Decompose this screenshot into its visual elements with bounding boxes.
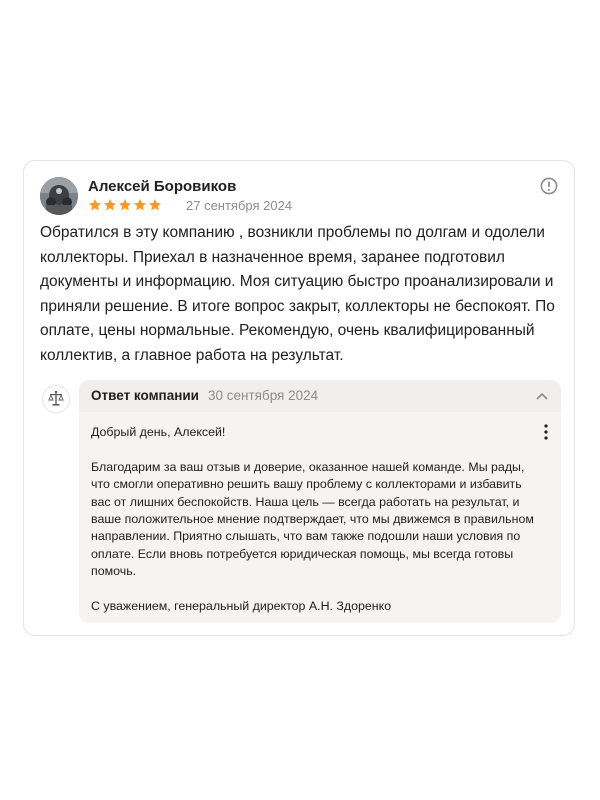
star-icon — [104, 199, 116, 211]
avatar[interactable] — [40, 177, 78, 215]
author-name[interactable]: Алексей Боровиков — [88, 178, 236, 195]
review-text: Обратился в эту компанию , возникли проб… — [40, 224, 555, 364]
reply-date: 30 сентября 2024 — [208, 388, 319, 403]
company-logo — [42, 385, 70, 413]
reply-header[interactable]: Ответ компании 30 сентября 2024 — [79, 380, 561, 412]
reply-title: Ответ компании — [91, 388, 199, 403]
review-date: 27 сентября 2024 — [186, 198, 293, 213]
scales-logo-icon — [48, 390, 64, 406]
reply-greeting: Добрый день, Алексей! — [91, 425, 226, 439]
star-icon — [89, 199, 101, 211]
vertical-dots-icon[interactable] — [543, 423, 549, 441]
avatar-photo — [40, 177, 78, 215]
chevron-up-icon[interactable] — [535, 389, 549, 403]
review-header: Алексей Боровиков 27 сентября 2024 — [40, 177, 558, 217]
reply-body: Добрый день, Алексей! Благодарим за ваш … — [91, 424, 536, 615]
review-card: Алексей Боровиков 27 сентября 2024 Обрат… — [23, 160, 575, 636]
exclamation-circle-icon[interactable] — [540, 177, 558, 195]
star-icon — [134, 199, 146, 211]
company-reply: Ответ компании 30 сентября 2024 Добрый д… — [79, 380, 561, 623]
rating-stars — [88, 198, 162, 212]
reply-signature: С уважением, генеральный директор А.Н. З… — [91, 599, 392, 614]
reply-message: Благодарим за ваш отзыв и доверие, оказа… — [91, 459, 534, 579]
star-icon — [119, 199, 131, 211]
star-icon — [149, 199, 161, 211]
